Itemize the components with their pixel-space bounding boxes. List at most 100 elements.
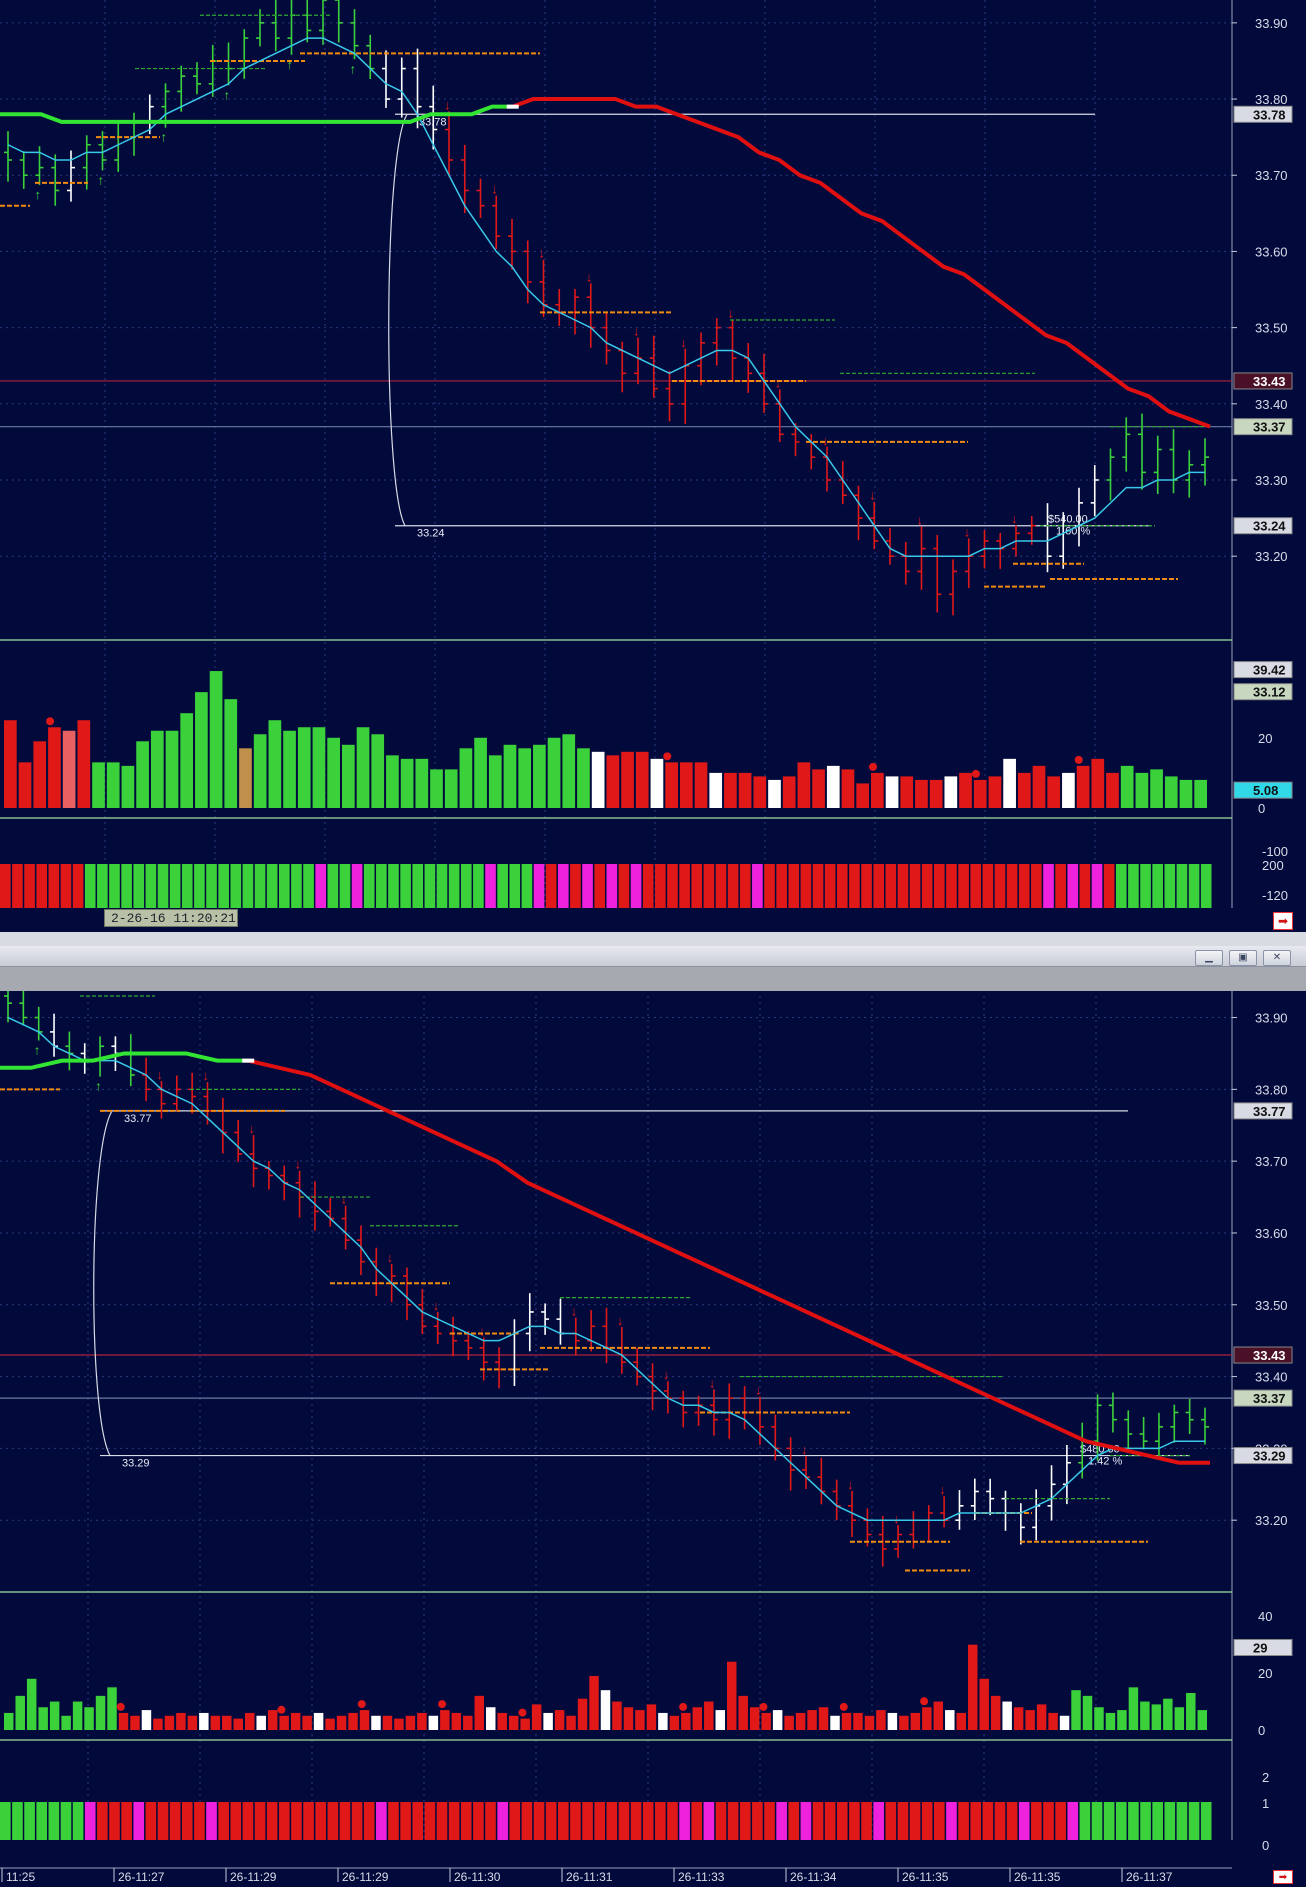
histogram-bar: [436, 864, 448, 908]
sell-arrow: ↓: [755, 1383, 762, 1398]
price-tick-label: 33.40: [1255, 1370, 1288, 1385]
volume-bar: [118, 1712, 129, 1730]
histogram-bar: [1043, 1802, 1054, 1840]
volume-bar: [864, 1715, 875, 1730]
volume-bar: [1091, 758, 1105, 808]
histogram-bar: [218, 864, 229, 908]
volume-bar: [430, 769, 443, 808]
volume-bar: [150, 730, 164, 808]
volume-bar: [451, 1712, 462, 1730]
histogram-bar: [776, 864, 787, 908]
histogram-bar: [582, 1802, 593, 1840]
volume-bar: [621, 751, 634, 808]
sell-arrow: ↓: [617, 1313, 624, 1328]
price-tick-label: 33.20: [1255, 549, 1288, 564]
histogram-bar: [970, 864, 982, 908]
histogram-bar: [606, 864, 618, 908]
volume-bar: [1164, 776, 1178, 808]
fast-moving-average: [7, 1016, 1205, 1521]
histogram-bar: [72, 864, 84, 908]
time-tick-label: 26-11:34: [790, 1870, 837, 1882]
histogram-bar: [861, 864, 872, 908]
sell-arrow: ↓: [633, 324, 640, 339]
trade-percent-label: 1.42 %: [1088, 1456, 1122, 1468]
histogram-bar: [958, 1802, 969, 1840]
histogram-bar: [133, 1802, 145, 1840]
histogram-bar: [727, 1802, 739, 1840]
volume-bar: [283, 730, 296, 808]
histogram-bar: [60, 864, 72, 908]
volume-bar: [356, 727, 370, 808]
histogram-bar: [545, 1802, 557, 1840]
volume-bar: [245, 1712, 255, 1730]
histogram-tick-label: 1: [1262, 1796, 1269, 1811]
volume-bar: [899, 1715, 909, 1730]
sell-arrow: ↓: [893, 1511, 900, 1526]
price-tick-label: 33.50: [1255, 1298, 1288, 1313]
price-tag-label: 33.37: [1253, 420, 1286, 435]
histogram-bar: [1067, 1802, 1079, 1840]
volume-bar: [1003, 758, 1016, 808]
time-tick-label: 26-11:35: [1014, 1870, 1061, 1882]
volume-bar: [531, 1704, 542, 1730]
restore-icon[interactable]: ▣: [1229, 950, 1257, 966]
volume-bar: [554, 1710, 565, 1730]
sell-arrow: ↓: [479, 1324, 486, 1339]
price-tag-label: 33.43: [1253, 1348, 1286, 1363]
volume-bar: [268, 720, 282, 808]
volume-bar: [566, 1715, 576, 1730]
trade-bracket: [388, 113, 408, 527]
volume-tick-label: 0: [1258, 1723, 1265, 1738]
volume-bar: [165, 730, 179, 808]
close-icon[interactable]: ✕: [1263, 950, 1291, 966]
histogram-bar: [982, 864, 994, 908]
minimize-icon[interactable]: ▁: [1195, 950, 1223, 966]
histogram-bar: [157, 864, 169, 908]
volume-bar: [463, 1715, 473, 1730]
histogram-bar: [291, 1802, 302, 1840]
sell-arrow: ↓: [444, 97, 451, 112]
top-chart-pane[interactable]: 33.90 33.80 33.70 33.60 33.50 33.40 33.30 33.20…: [0, 0, 1306, 932]
sell-arrow: ↓: [586, 269, 593, 284]
histogram-bar: [1152, 864, 1163, 908]
volume-bar: [1197, 1710, 1207, 1730]
volume-bar: [38, 1707, 48, 1730]
histogram-bar: [521, 1802, 533, 1840]
volume-bar: [107, 1687, 117, 1730]
arrow-right-icon[interactable]: ➡: [1273, 912, 1293, 930]
histogram-bar: [679, 1802, 690, 1840]
histogram-bar: [1188, 864, 1200, 908]
histogram-bar: [194, 1802, 205, 1840]
volume-bar: [279, 1715, 289, 1730]
volume-bar: [1002, 1701, 1012, 1730]
histogram-bar: [121, 864, 132, 908]
volume-dot: [438, 1700, 447, 1709]
bottom-window-titlebar[interactable]: [0, 946, 1306, 967]
volume-bar: [325, 1718, 335, 1730]
histogram-bar: [849, 1802, 860, 1840]
histogram-bar: [533, 864, 545, 908]
pane-separator[interactable]: [0, 932, 1306, 946]
time-tick-label: 26-11:37: [1126, 1870, 1173, 1882]
histogram-tick-label: 0: [1262, 1838, 1269, 1853]
volume-bar: [256, 1715, 266, 1730]
bottom-chart-svg[interactable]: 33.9033.8033.7033.6033.5033.4033.3033.20…: [0, 946, 1306, 1884]
fast-moving-average: [7, 37, 1205, 557]
histogram-bar: [60, 1802, 72, 1840]
histogram-bar: [582, 864, 593, 908]
volume-bar: [15, 1695, 25, 1730]
bottom-chart-pane[interactable]: 33.9033.8033.7033.6033.5033.4033.3033.20…: [0, 946, 1306, 1884]
histogram-bar: [266, 864, 278, 908]
histogram-bar: [1006, 1802, 1018, 1840]
buy-arrow: ↑: [287, 57, 294, 72]
volume-bar: [562, 734, 576, 808]
price-bars: ↑ ↑ ↑ ↑ ↑ ↑ ↓ ↓ ↓ ↓ ↓ ↓ ↓ ↓ ↓ ↓ ↓ ↓ ↓: [4, 0, 1209, 616]
histogram-bar: [157, 1802, 169, 1840]
volume-bar: [520, 1718, 530, 1730]
volume-bar: [371, 734, 385, 808]
top-chart-svg[interactable]: 33.90 33.80 33.70 33.60 33.50 33.40 33.30 33.20…: [0, 0, 1306, 932]
volume-bar: [1140, 1701, 1150, 1730]
histogram-bar: [994, 864, 1006, 908]
sell-arrow: ↓: [680, 335, 687, 350]
histogram-bar: [1176, 1802, 1188, 1840]
